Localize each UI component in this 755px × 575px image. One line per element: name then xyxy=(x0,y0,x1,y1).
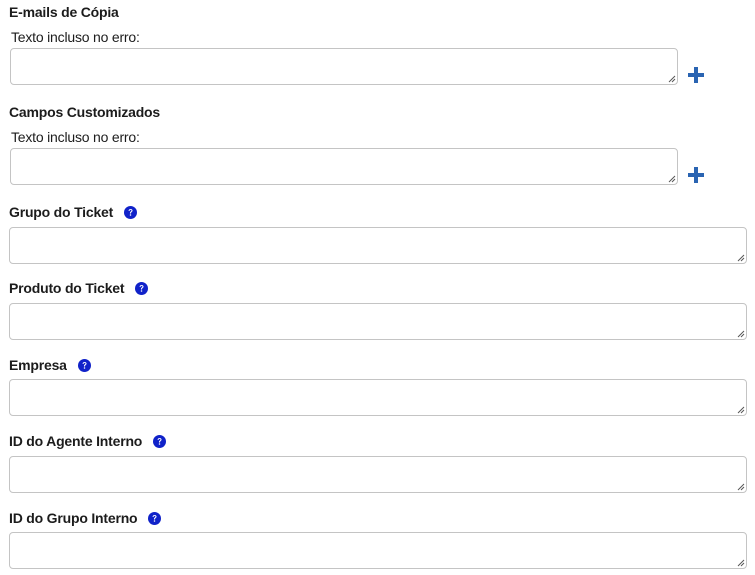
question-circle-icon[interactable] xyxy=(153,434,167,448)
emails-copia-title: E-mails de Cópia xyxy=(9,4,119,20)
grupo-interno-textarea[interactable] xyxy=(9,532,747,569)
question-circle-icon[interactable] xyxy=(77,358,91,372)
campos-customizados-textarea-wrap xyxy=(10,148,678,185)
add-custom-field-button[interactable] xyxy=(686,165,706,185)
grupo-ticket-label: Grupo do Ticket xyxy=(9,204,114,220)
grupo-interno-textarea-wrap xyxy=(9,532,747,569)
plus-icon xyxy=(688,167,704,183)
campos-customizados-textarea[interactable] xyxy=(10,148,678,185)
grupo-interno-title: ID do Grupo Interno xyxy=(9,510,162,526)
produto-ticket-label: Produto do Ticket xyxy=(9,280,125,296)
empresa-textarea[interactable] xyxy=(9,379,747,416)
campos-customizados-title: Campos Customizados xyxy=(9,104,160,120)
emails-copia-title-text: E-mails de Cópia xyxy=(9,4,119,20)
add-email-button[interactable] xyxy=(686,65,706,85)
produto-ticket-textarea[interactable] xyxy=(9,303,747,340)
grupo-interno-label: ID do Grupo Interno xyxy=(9,510,138,526)
agente-interno-label: ID do Agente Interno xyxy=(9,433,143,449)
plus-icon xyxy=(688,67,704,83)
campos-customizados-sublabel: Texto incluso no erro: xyxy=(11,129,140,145)
empresa-title: Empresa xyxy=(9,357,91,373)
grupo-ticket-title: Grupo do Ticket xyxy=(9,204,138,220)
emails-copia-sublabel: Texto incluso no erro: xyxy=(11,29,140,45)
produto-ticket-textarea-wrap xyxy=(9,303,747,340)
empresa-label: Empresa xyxy=(9,357,67,373)
campos-customizados-title-text: Campos Customizados xyxy=(9,104,160,120)
produto-ticket-title: Produto do Ticket xyxy=(9,280,149,296)
agente-interno-textarea[interactable] xyxy=(9,456,747,493)
grupo-ticket-textarea[interactable] xyxy=(9,227,747,264)
grupo-ticket-textarea-wrap xyxy=(9,227,747,264)
agente-interno-title: ID do Agente Interno xyxy=(9,433,167,449)
emails-copia-textarea[interactable] xyxy=(10,48,678,85)
question-circle-icon[interactable] xyxy=(124,205,138,219)
emails-copia-textarea-wrap xyxy=(10,48,678,85)
question-circle-icon[interactable] xyxy=(148,511,162,525)
agente-interno-textarea-wrap xyxy=(9,456,747,493)
empresa-textarea-wrap xyxy=(9,379,747,416)
question-circle-icon[interactable] xyxy=(135,281,149,295)
